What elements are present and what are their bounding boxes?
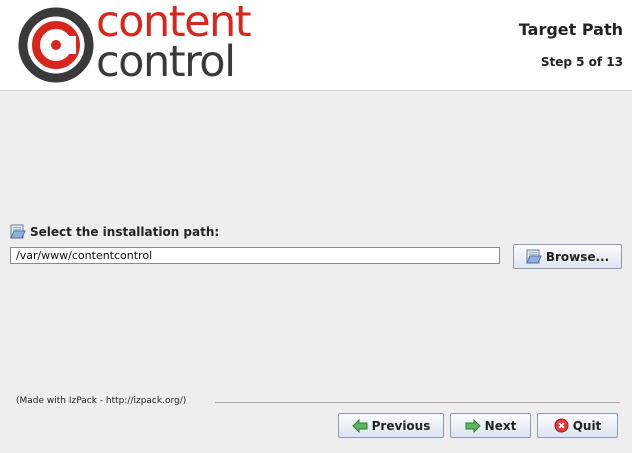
logo-text: content control xyxy=(96,0,252,87)
previous-button[interactable]: Previous xyxy=(338,413,444,438)
logo-text-line1: content xyxy=(96,0,252,47)
folder-icon xyxy=(526,249,542,264)
next-button-label: Next xyxy=(484,418,517,433)
arrow-left-icon xyxy=(351,418,368,433)
logo-mark-icon xyxy=(18,7,94,83)
logo-text-line2: control xyxy=(96,37,236,87)
quit-button[interactable]: Quit xyxy=(537,413,618,438)
path-input[interactable] xyxy=(10,247,500,264)
browse-button[interactable]: Browse... xyxy=(513,244,622,269)
previous-button-label: Previous xyxy=(371,418,431,433)
browse-button-label: Browse... xyxy=(545,249,610,264)
folder-icon xyxy=(10,224,26,239)
header: content control Target Path Step 5 of 13 xyxy=(0,0,632,91)
path-label: Select the installation path: xyxy=(30,224,220,239)
next-button[interactable]: Next xyxy=(450,413,531,438)
made-with-text: (Made with IzPack - http://izpack.org/) xyxy=(16,396,187,406)
close-icon xyxy=(554,418,569,433)
arrow-right-icon xyxy=(465,418,481,433)
path-label-row: Select the installation path: xyxy=(10,224,219,239)
footer-separator xyxy=(215,402,620,403)
quit-button-label: Quit xyxy=(572,418,602,433)
page-title: Target Path xyxy=(518,20,623,39)
step-counter: Step 5 of 13 xyxy=(540,55,623,69)
logo xyxy=(18,5,94,86)
